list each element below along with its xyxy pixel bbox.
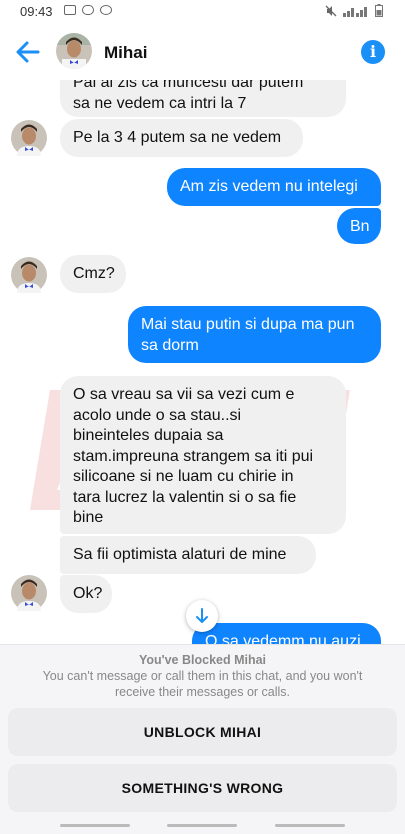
blocked-title: You've Blocked Mihai: [138, 653, 267, 667]
nav-home-handle[interactable]: [167, 824, 237, 827]
status-bar: 09:43: [0, 0, 405, 24]
message-bubble-outgoing[interactable]: Bn: [337, 208, 381, 244]
system-icons: [325, 4, 383, 17]
voicemail-icon: [82, 5, 94, 15]
message-bubble-incoming[interactable]: Pe la 3 4 putem sa ne vedem: [60, 119, 303, 157]
blocked-description: You can't message or call them in this c…: [42, 669, 363, 699]
status-time: 09:43: [20, 4, 53, 19]
arrow-down-icon: [196, 608, 208, 623]
nav-recent-handle[interactable]: [60, 824, 130, 827]
scroll-to-bottom-button[interactable]: [186, 600, 218, 632]
contact-avatar[interactable]: [11, 575, 47, 611]
contact-avatar[interactable]: [11, 257, 47, 293]
message-bubble-outgoing[interactable]: O sa vedemm nu auzi: [192, 623, 381, 644]
message-bubble-incoming[interactable]: O sa vreau sa vii sa vezi cum e acolo un…: [60, 376, 346, 534]
notification-icons: [64, 5, 112, 15]
contact-name: Mihai: [104, 43, 148, 62]
blocked-panel: You've Blocked Mihai You can't message o…: [0, 644, 405, 834]
signal-icon: [343, 6, 367, 17]
image-notification-icon: [64, 5, 76, 15]
navigation-bar: [0, 820, 405, 833]
message-bubble-incoming[interactable]: Ok?: [60, 575, 112, 613]
chat-header: Mihai i: [0, 24, 405, 80]
message-bubble-outgoing[interactable]: Am zis vedem nu intelegi: [167, 168, 381, 206]
battery-icon: [375, 4, 383, 17]
message-bubble-outgoing[interactable]: Mai stau putin si dupa ma pun sa dorm: [128, 306, 381, 363]
back-arrow-icon[interactable]: [12, 38, 44, 66]
message-list[interactable]: Pai ai zis ca muncesti dar putem sa ne v…: [0, 80, 405, 644]
message-bubble-incoming[interactable]: Pai ai zis ca muncesti dar putem sa ne v…: [60, 80, 346, 117]
contact-avatar[interactable]: [11, 120, 47, 156]
messenger-notification-icon: [100, 5, 112, 15]
avatar[interactable]: [56, 33, 92, 69]
unblock-button[interactable]: UNBLOCK MIHAI: [8, 708, 397, 756]
somethings-wrong-button[interactable]: SOMETHING'S WRONG: [8, 764, 397, 812]
nav-back-handle[interactable]: [275, 824, 345, 827]
mute-icon: [325, 5, 337, 16]
message-bubble-incoming[interactable]: Cmz?: [60, 255, 126, 293]
message-bubble-incoming[interactable]: Sa fii optimista alaturi de mine: [60, 536, 316, 574]
info-icon[interactable]: i: [361, 40, 385, 64]
